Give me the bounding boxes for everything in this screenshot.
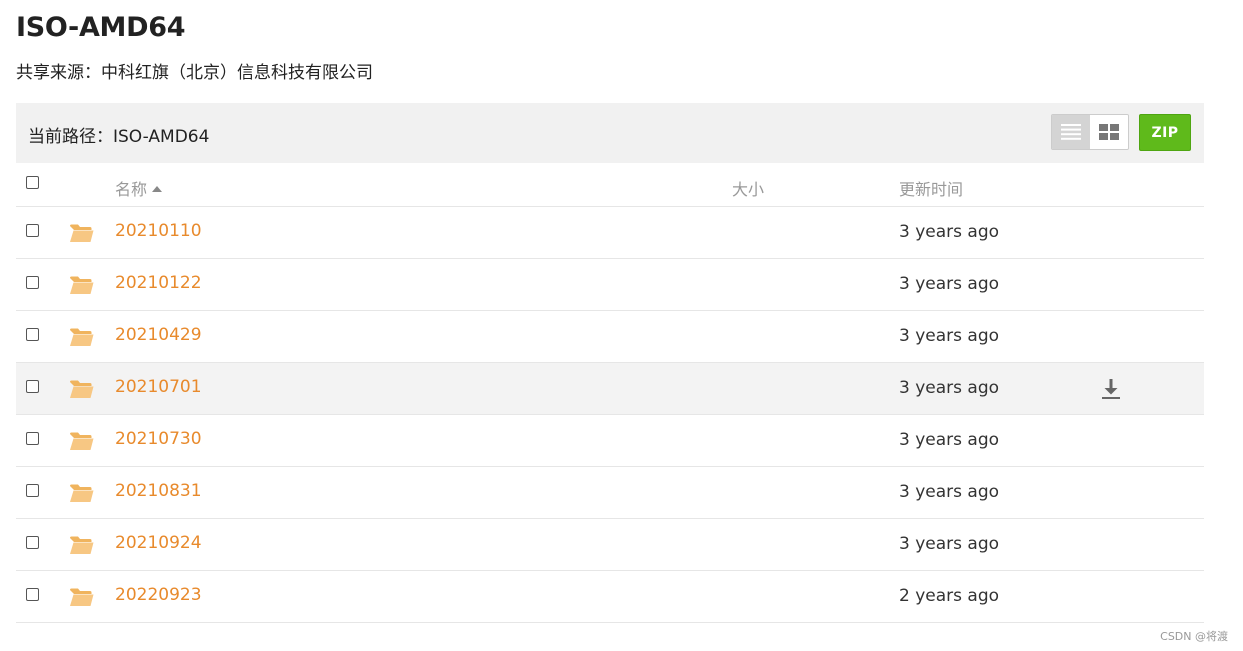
modified-time: 2 years ago	[899, 586, 1000, 606]
download-icon[interactable]	[1101, 378, 1121, 400]
row-checkbox[interactable]	[26, 588, 39, 601]
row-checkbox[interactable]	[26, 328, 39, 341]
row-checkbox[interactable]	[26, 484, 39, 497]
folder-icon	[69, 275, 94, 295]
view-toggle	[1051, 114, 1129, 150]
folder-name-link[interactable]: 20210924	[115, 533, 202, 553]
folder-icon	[69, 379, 94, 399]
table-row[interactable]: 20210924 3 years ago	[16, 519, 1204, 571]
modified-time: 3 years ago	[899, 326, 1000, 346]
table-header: 名称 大小 更新时间	[16, 163, 1204, 207]
table-row[interactable]: 20210701 3 years ago	[16, 363, 1204, 415]
watermark: CSDN @将渡	[1160, 630, 1228, 643]
folder-name-link[interactable]: 20210701	[115, 377, 202, 397]
name-header-label: 名称	[115, 180, 148, 199]
row-checkbox[interactable]	[26, 536, 39, 549]
row-checkbox[interactable]	[26, 276, 39, 289]
modified-time: 3 years ago	[899, 378, 1000, 398]
table-row[interactable]: 20210831 3 years ago	[16, 467, 1204, 519]
folder-icon	[69, 327, 94, 347]
folder-name-link[interactable]: 20210831	[115, 481, 202, 501]
zip-download-button[interactable]: ZIP	[1139, 114, 1191, 151]
size-column-header[interactable]: 大小	[732, 176, 764, 200]
table-row[interactable]: 20210730 3 years ago	[16, 415, 1204, 467]
folder-name-link[interactable]: 20210730	[115, 429, 202, 449]
row-checkbox[interactable]	[26, 380, 39, 393]
page-title: ISO-AMD64	[16, 12, 186, 43]
modified-column-header[interactable]: 更新时间	[899, 176, 963, 200]
folder-icon	[69, 483, 94, 503]
modified-time: 3 years ago	[899, 482, 1000, 502]
modified-time: 3 years ago	[899, 222, 1000, 242]
folder-name-link[interactable]: 20210429	[115, 325, 202, 345]
table-row[interactable]: 20210429 3 years ago	[16, 311, 1204, 363]
list-view-icon	[1061, 124, 1081, 140]
row-checkbox[interactable]	[26, 432, 39, 445]
select-all-checkbox[interactable]	[26, 176, 39, 189]
modified-time: 3 years ago	[899, 274, 1000, 294]
folder-icon	[69, 223, 94, 243]
folder-icon	[69, 587, 94, 607]
table-body: 20210110 3 years ago 20210122 3 years ago 20…	[16, 207, 1204, 623]
table-row[interactable]: 20210110 3 years ago	[16, 207, 1204, 259]
folder-name-link[interactable]: 20210110	[115, 221, 202, 241]
name-column-header[interactable]: 名称	[115, 176, 163, 200]
list-view-button[interactable]	[1052, 115, 1090, 149]
grid-view-button[interactable]	[1090, 115, 1128, 149]
sort-ascending-icon	[152, 186, 163, 192]
table-row[interactable]: 20210122 3 years ago	[16, 259, 1204, 311]
row-checkbox[interactable]	[26, 224, 39, 237]
modified-time: 3 years ago	[899, 430, 1000, 450]
current-path: 当前路径：ISO-AMD64	[28, 127, 210, 147]
table-row[interactable]: 20220923 2 years ago	[16, 571, 1204, 623]
grid-view-icon	[1099, 124, 1119, 140]
folder-name-link[interactable]: 20220923	[115, 585, 202, 605]
folder-icon	[69, 431, 94, 451]
folder-name-link[interactable]: 20210122	[115, 273, 202, 293]
modified-time: 3 years ago	[899, 534, 1000, 554]
share-source: 共享来源：中科红旗（北京）信息科技有限公司	[16, 63, 373, 83]
folder-icon	[69, 535, 94, 555]
path-toolbar: 当前路径：ISO-AMD64 ZIP	[16, 103, 1204, 163]
file-table: 名称 大小 更新时间 20210110 3 years ago 20210122 3 …	[16, 163, 1204, 623]
